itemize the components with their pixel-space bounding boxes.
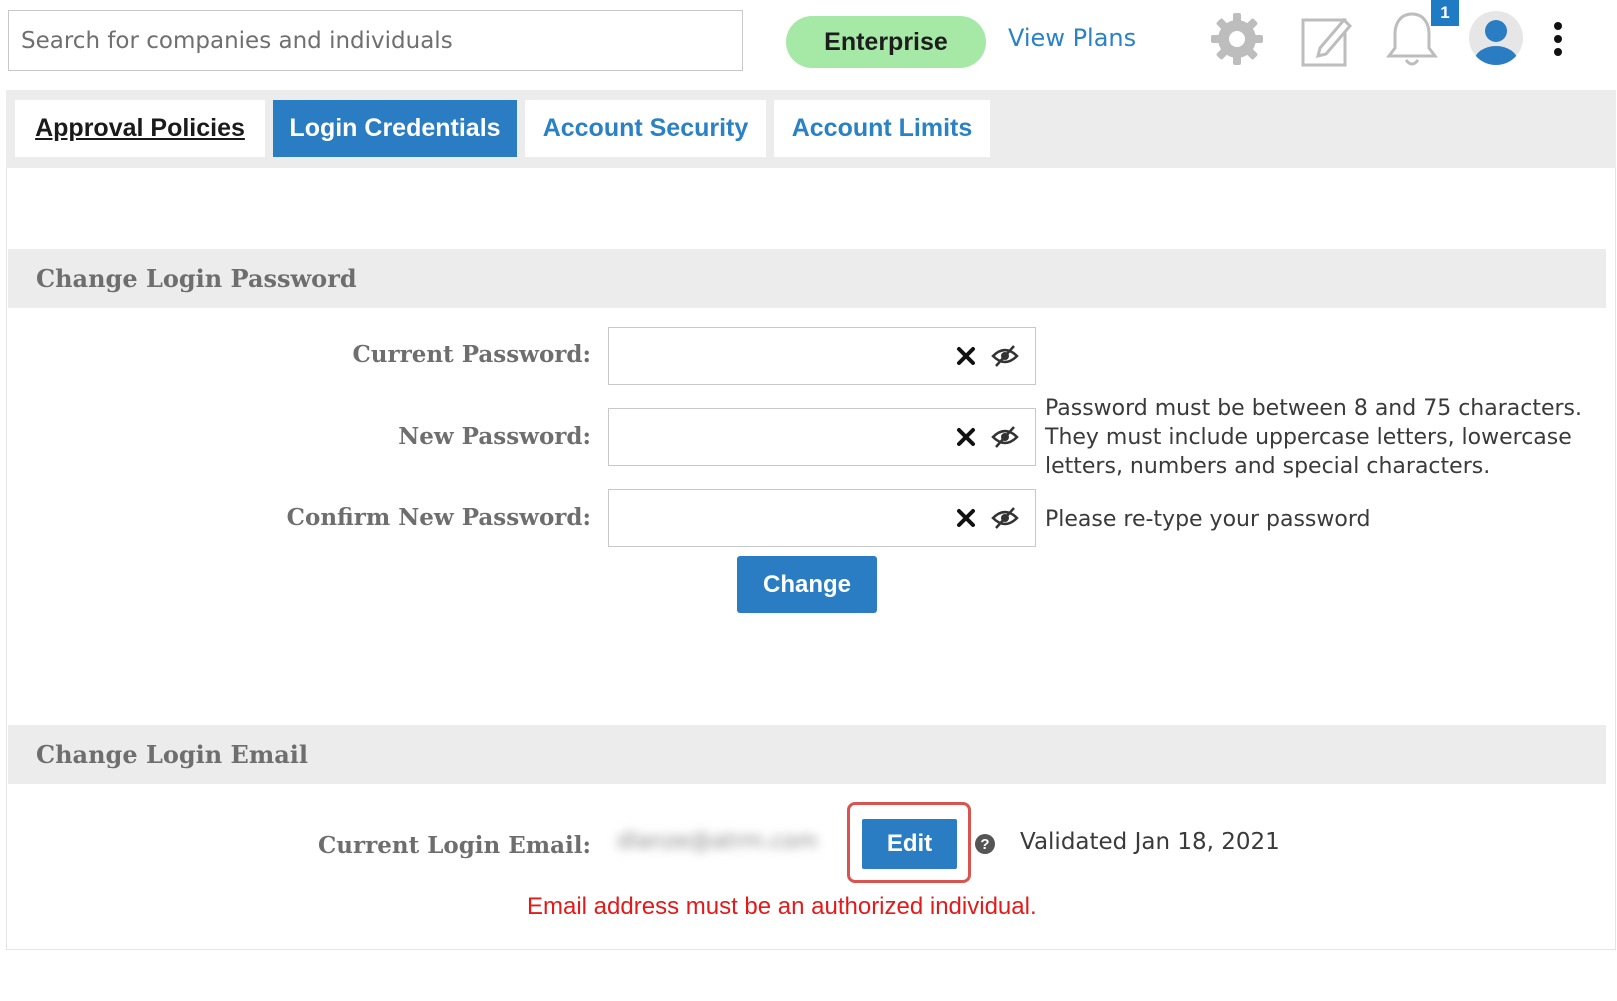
edit-email-button[interactable]: Edit [862,819,957,869]
email-error-message: Email address must be an authorized indi… [527,893,1037,920]
help-icon[interactable]: ? [974,833,996,859]
change-password-button[interactable]: Change [737,556,877,613]
tab-account-limits[interactable]: Account Limits [774,100,990,157]
new-password-label: New Password: [398,423,591,450]
password-rules-line: Password must be between 8 and 75 charac… [1045,396,1582,421]
new-password-input[interactable] [617,415,947,459]
clear-icon[interactable] [955,426,977,452]
eye-slash-icon[interactable] [991,507,1019,533]
password-rules-hint: Password must be between 8 and 75 charac… [1045,394,1582,481]
current-password-input[interactable] [617,334,947,378]
password-rules-line: letters, numbers and special characters. [1045,454,1491,479]
clear-icon[interactable] [955,345,977,371]
current-password-label: Current Password: [352,341,591,368]
confirm-password-field [608,489,1036,547]
gear-icon[interactable] [1208,10,1266,72]
tab-account-security[interactable]: Account Security [525,100,766,157]
search-box[interactable] [8,10,743,71]
confirm-password-hint: Please re-type your password [1045,507,1371,532]
tab-approval-policies[interactable]: Approval Policies [15,100,265,157]
tab-bar: Approval Policies Login Credentials Acco… [6,90,1616,168]
search-input[interactable] [21,11,742,70]
notification-count-badge: 1 [1431,0,1459,26]
new-password-field [608,408,1036,466]
svg-text:?: ? [980,836,989,853]
edit-document-icon[interactable] [1300,12,1354,72]
current-email-value: dlanze@atrm.com [617,829,818,854]
change-email-header: Change Login Email [8,725,1606,784]
clear-icon[interactable] [955,507,977,533]
confirm-password-input[interactable] [617,496,947,540]
eye-slash-icon[interactable] [991,426,1019,452]
eye-slash-icon[interactable] [991,345,1019,371]
current-email-label: Current Login Email: [317,832,591,859]
confirm-password-label: Confirm New Password: [286,504,591,531]
view-plans-link[interactable]: View Plans [1008,24,1136,52]
more-vertical-icon[interactable] [1552,22,1564,60]
user-avatar-icon[interactable] [1468,10,1524,70]
tab-login-credentials[interactable]: Login Credentials [273,100,517,157]
change-password-header: Change Login Password [8,249,1606,308]
email-validated-status: Validated Jan 18, 2021 [1020,829,1280,855]
password-rules-line: They must include uppercase letters, low… [1045,425,1572,450]
current-password-field [608,327,1036,385]
plan-badge[interactable]: Enterprise [786,16,986,68]
